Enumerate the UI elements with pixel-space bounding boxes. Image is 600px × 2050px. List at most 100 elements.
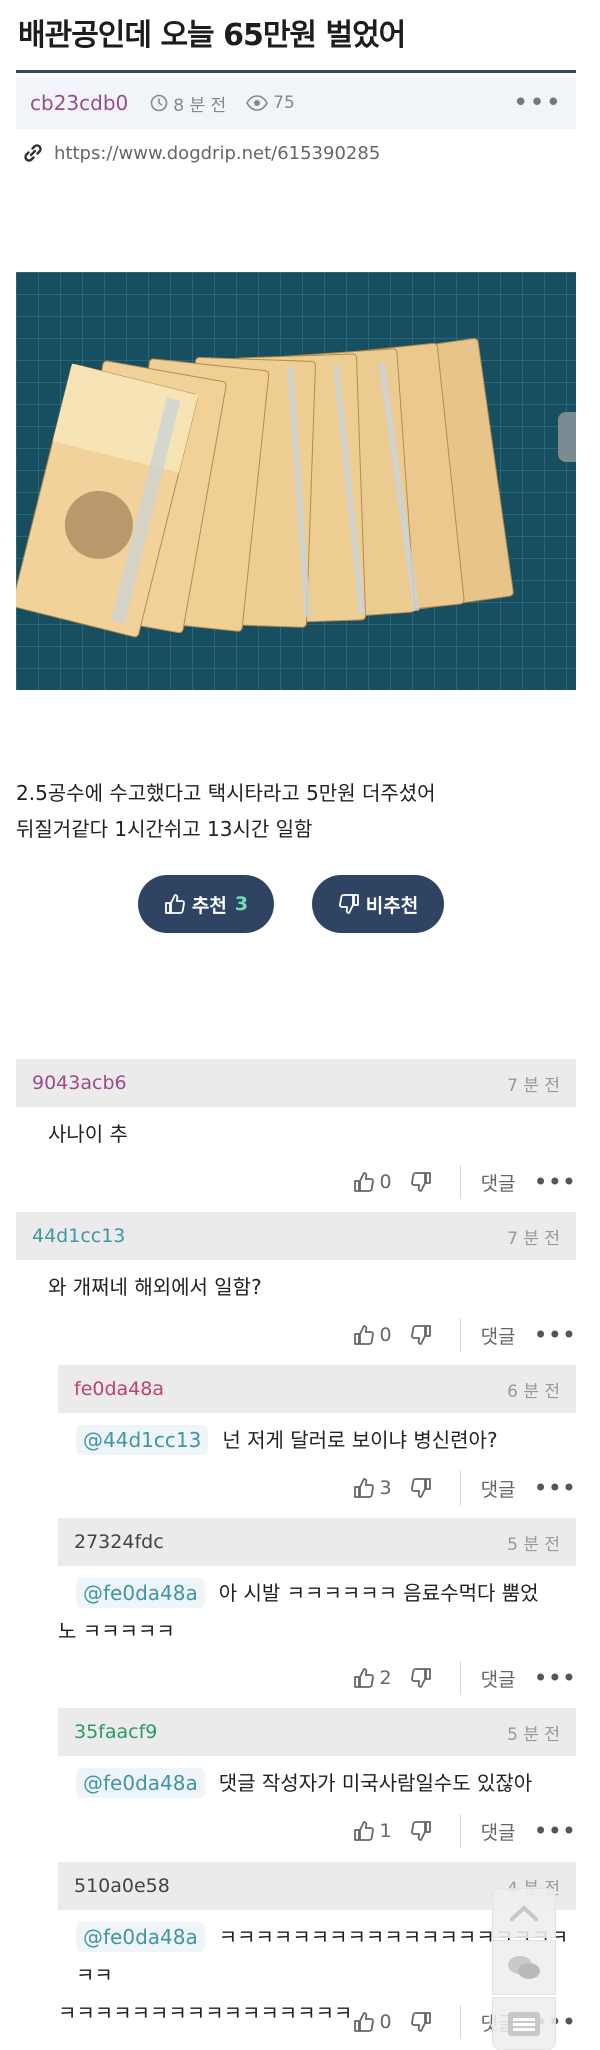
title-divider (16, 70, 576, 73)
post-link[interactable]: https://www.dogdrip.net/615390285 (22, 142, 380, 164)
comment-dislike-button[interactable] (410, 1820, 432, 1842)
post-author[interactable]: cb23cdb0 (30, 91, 128, 115)
thumbs-up-icon (354, 1172, 375, 1192)
thumbs-up-icon (354, 2012, 375, 2032)
image-side-tab[interactable] (558, 412, 576, 462)
comment-text: 아 시발 ㅋㅋㅋㅋㅋㅋ 음료수먹다 뿜었 (218, 1581, 539, 1605)
action-divider (459, 1318, 461, 1352)
comment-more-button[interactable]: ••• (534, 1476, 576, 1500)
comments-jump-button[interactable] (492, 1940, 556, 1995)
comment-like-count: 1 (379, 1820, 392, 1842)
scroll-top-button[interactable] (492, 1888, 556, 1938)
comment-text: 와 개쩌네 해외에서 일함? (48, 1275, 262, 1299)
comment-text: 넌 저게 달러로 보이냐 병신련아? (222, 1428, 498, 1452)
action-divider (459, 1661, 461, 1695)
comment-mention[interactable]: @44d1cc13 (76, 1425, 209, 1455)
thumbs-down-icon (410, 2012, 431, 2032)
comment-like-count: 3 (379, 1477, 392, 1499)
upvote-count: 3 (234, 893, 249, 915)
post-views-count: 75 (273, 93, 295, 113)
comment-text-continued: 노 ㅋㅋㅋㅋㅋ (58, 1619, 175, 1643)
comment-reply-button[interactable]: 댓글 (481, 1475, 516, 1502)
post-photo (16, 272, 576, 690)
comment-reply-button[interactable]: 댓글 (481, 1322, 516, 1349)
comment-like-count: 0 (379, 1324, 392, 1346)
thumbs-up-icon (354, 1325, 375, 1345)
comment-like-count: 2 (379, 1667, 392, 1689)
comment-more-button[interactable]: ••• (534, 1170, 576, 1194)
thumbs-down-icon (410, 1172, 431, 1192)
comment-reply-button[interactable]: 댓글 (481, 1818, 516, 1845)
comment-dislike-button[interactable] (410, 1324, 432, 1346)
post-views: 75 (246, 93, 295, 113)
comment-like-button[interactable] (353, 1171, 375, 1193)
comment-reply-button[interactable]: 댓글 (481, 1665, 516, 1692)
comment-more-button[interactable]: ••• (534, 1819, 576, 1843)
comment-reply-button[interactable]: 댓글 (481, 1169, 516, 1196)
post-more-button[interactable]: ••• (513, 90, 562, 116)
comment-dislike-button[interactable] (410, 1667, 432, 1689)
comment-header: 44d1cc13 7 분 전 (16, 1212, 576, 1260)
comment-like-button[interactable] (353, 1820, 375, 1842)
eye-icon (246, 95, 269, 111)
comment-mention[interactable]: @fe0da48a (76, 1768, 205, 1798)
thumbs-up-icon (354, 1668, 375, 1688)
comment-time: 7 분 전 (507, 1075, 560, 1096)
comment-time: 6 분 전 (507, 1381, 560, 1402)
comment-mention[interactable]: @fe0da48a (76, 1578, 205, 1608)
comment-header: 35faacf9 5 분 전 (58, 1708, 576, 1756)
comment-header: fe0da48a 6 분 전 (58, 1365, 576, 1413)
comment-time: 5 분 전 (507, 1534, 560, 1555)
post-url[interactable]: https://www.dogdrip.net/615390285 (54, 143, 380, 164)
action-divider (459, 1165, 461, 1199)
comment-actions: 1 댓글 ••• (353, 1814, 576, 1848)
comment-author[interactable]: 27324fdc (74, 1531, 164, 1553)
thumbs-up-icon (164, 894, 185, 914)
comment-more-button[interactable]: ••• (534, 1323, 576, 1347)
upvote-button[interactable]: 추천 3 (138, 875, 274, 933)
comment-like-button[interactable] (353, 2011, 375, 2033)
comment-actions: 2 댓글 ••• (353, 1661, 576, 1695)
thumbs-down-icon (410, 1325, 431, 1345)
comment-dislike-button[interactable] (410, 1171, 432, 1193)
comment-like-count: 0 (379, 1171, 392, 1193)
comment-header: 9043acb6 7 분 전 (16, 1059, 576, 1107)
comment-dislike-button[interactable] (410, 1477, 432, 1499)
thumbs-down-icon (338, 894, 359, 914)
post-time-text: 8 분 전 (173, 95, 227, 116)
list-button[interactable] (492, 1997, 556, 2050)
comment-text: 사나이 추 (48, 1122, 128, 1146)
post-time: 8 분 전 (150, 91, 226, 116)
downvote-label: 비추천 (365, 894, 419, 917)
comment-like-button[interactable] (353, 1324, 375, 1346)
thumbs-up-icon (354, 1478, 375, 1498)
thumbs-down-icon (410, 1821, 431, 1841)
comment-author[interactable]: 9043acb6 (32, 1072, 127, 1094)
comment-author[interactable]: 510a0e58 (74, 1875, 170, 1897)
comment-like-button[interactable] (353, 1667, 375, 1689)
comment-time: 5 분 전 (507, 1724, 560, 1745)
action-divider (459, 1814, 461, 1848)
speech-bubbles-icon (508, 1955, 540, 1979)
comment-actions: 0 댓글 ••• (353, 1318, 576, 1352)
comment-mention[interactable]: @fe0da48a (76, 1922, 205, 1952)
action-divider (459, 1471, 461, 1505)
comment-dislike-button[interactable] (410, 2011, 432, 2033)
comment-like-button[interactable] (353, 1477, 375, 1499)
comment-header: 27324fdc 5 분 전 (58, 1518, 576, 1566)
post-body: 2.5공수에 수고했다고 택시타라고 5만원 더주셨어 뒤질거같다 1시간쉬고 … (16, 775, 586, 847)
thumbs-down-icon (410, 1668, 431, 1688)
thumbs-down-icon (410, 1478, 431, 1498)
clock-icon (150, 94, 168, 112)
post-body-line: 뒤질거같다 1시간쉬고 13시간 일함 (16, 817, 313, 841)
comment-author[interactable]: 44d1cc13 (32, 1225, 125, 1247)
comment-time: 7 분 전 (507, 1228, 560, 1249)
comment-author[interactable]: fe0da48a (74, 1378, 164, 1400)
comment-body: 사나이 추 (48, 1115, 576, 1153)
comment-more-button[interactable]: ••• (534, 1666, 576, 1690)
comment-author[interactable]: 35faacf9 (74, 1721, 157, 1743)
comment-actions: 0 댓글 ••• (353, 1165, 576, 1199)
downvote-button[interactable]: 비추천 (312, 875, 444, 933)
list-icon (508, 2011, 540, 2036)
chevron-up-icon (510, 1905, 538, 1921)
